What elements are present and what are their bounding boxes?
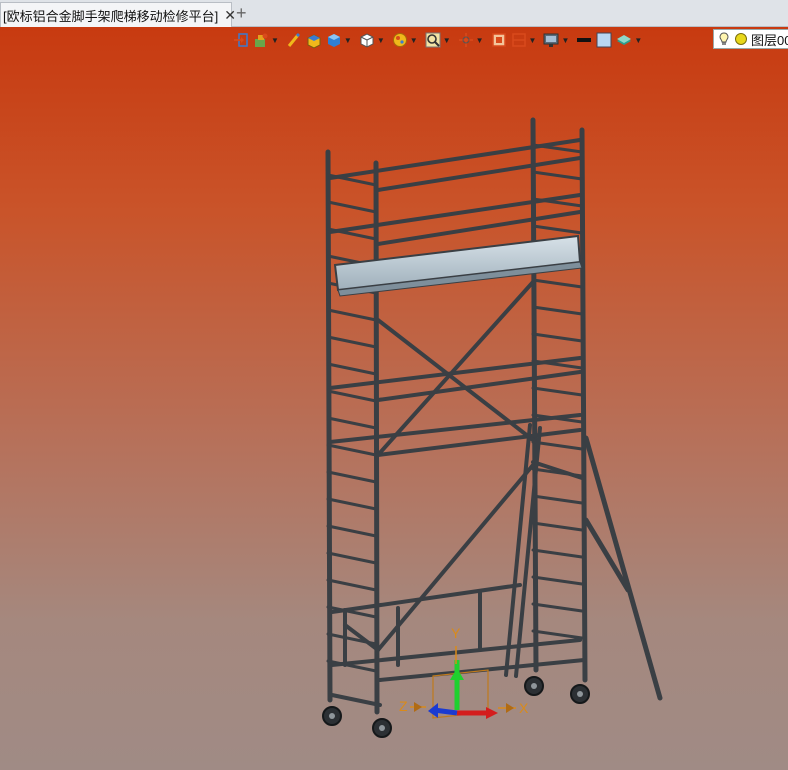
chevron-down-icon: ▼ xyxy=(528,35,537,45)
chevron-down-icon: ▼ xyxy=(271,35,279,45)
line-color-button[interactable] xyxy=(575,30,593,50)
close-tab-icon[interactable]: ✕ xyxy=(224,7,236,24)
chevron-down-icon: ▼ xyxy=(475,35,484,45)
exit-view-button[interactable] xyxy=(232,30,250,50)
appearance-ball-button[interactable]: ▼ xyxy=(391,30,422,50)
brush-icon xyxy=(287,32,300,47)
chevron-down-icon: ▼ xyxy=(634,35,643,45)
box-edges-button[interactable] xyxy=(305,30,323,50)
display-monitor-button[interactable]: ▼ xyxy=(542,30,573,50)
scaffold-frame xyxy=(325,117,663,715)
new-tab-button[interactable]: + xyxy=(236,3,247,24)
axis-x-label: X xyxy=(519,700,529,716)
platform-deck xyxy=(333,234,583,297)
render-style-icon xyxy=(255,33,268,47)
layer-selector[interactable]: 图层00 xyxy=(713,29,788,49)
wireframe-cube-button[interactable]: ▼ xyxy=(358,30,389,50)
wireframe-cube-icon xyxy=(360,33,374,48)
layer-name: 图层00 xyxy=(751,32,788,48)
clip-plane-icon xyxy=(511,33,526,47)
chevron-down-icon: ▼ xyxy=(343,35,352,45)
section-view-icon xyxy=(491,33,506,47)
zoom-button[interactable]: ▼ xyxy=(424,30,455,50)
3d-viewport[interactable]: Y X Z xyxy=(0,27,788,770)
document-tab-bar: [欧标铝合金脚手架爬梯移动检修平台] ✕ + xyxy=(0,0,788,27)
view-toolbar: ▼ ▼ ▼ ▼ ▼ ▼ ▼ ▼ ▼ xyxy=(232,29,646,51)
appearance-ball-icon xyxy=(392,33,407,47)
layer-stack-icon xyxy=(617,35,632,45)
line-color-icon xyxy=(577,38,592,42)
box-edges-icon xyxy=(307,34,321,49)
clip-plane-button[interactable]: ▼ xyxy=(510,30,541,50)
document-tab[interactable]: [欧标铝合金脚手架爬梯移动检修平台] ✕ xyxy=(0,2,236,27)
crosshair-button[interactable]: ▼ xyxy=(457,30,488,50)
exit-view-icon xyxy=(234,33,248,47)
axis-z-label: Z xyxy=(399,698,408,714)
sun-icon[interactable] xyxy=(734,32,748,46)
brush-button[interactable] xyxy=(285,30,303,50)
background-color-icon xyxy=(596,32,612,48)
layer-stack-button[interactable]: ▼ xyxy=(615,30,646,50)
zoom-icon xyxy=(425,32,441,48)
chevron-down-icon: ▼ xyxy=(442,35,451,45)
solid-shaded-icon xyxy=(327,34,340,47)
display-monitor-icon xyxy=(543,33,559,47)
render-style-button[interactable]: ▼ xyxy=(252,30,283,50)
chevron-down-icon: ▼ xyxy=(409,35,418,45)
background-color-button[interactable] xyxy=(595,30,613,50)
chevron-down-icon: ▼ xyxy=(376,35,385,45)
document-tab-title: [欧标铝合金脚手架爬梯移动检修平台] xyxy=(3,8,219,24)
chevron-down-icon: ▼ xyxy=(561,35,570,45)
solid-shaded-button[interactable]: ▼ xyxy=(325,30,356,50)
crosshair-icon xyxy=(458,33,473,47)
section-view-button[interactable] xyxy=(490,30,508,50)
axis-y-label: Y xyxy=(451,625,461,641)
bulb-icon[interactable] xyxy=(717,32,731,46)
scaffold-model: Y X Z xyxy=(322,117,663,738)
